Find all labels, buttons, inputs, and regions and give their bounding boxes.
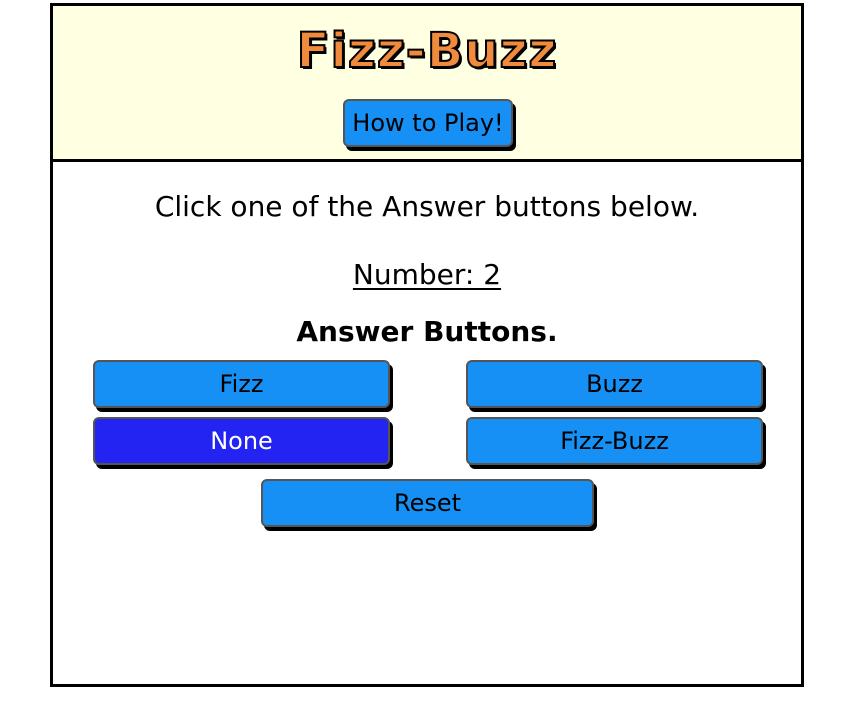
number-display: Number: 2 xyxy=(53,257,801,293)
fizz-buzz-button[interactable]: Fizz-Buzz xyxy=(466,417,763,465)
fizz-button[interactable]: Fizz xyxy=(93,360,390,408)
reset-button[interactable]: Reset xyxy=(261,479,594,527)
page-title: Fizz-Buzz xyxy=(296,23,558,79)
none-button[interactable]: None xyxy=(93,417,390,465)
number-label: Number: 2 xyxy=(352,258,502,291)
instructions-text: Click one of the Answer buttons below. xyxy=(154,190,700,223)
answers-heading: Answer Buttons. xyxy=(296,315,558,348)
how-to-play-button[interactable]: How to Play! xyxy=(343,99,513,147)
header: Fizz-Buzz How to Play! xyxy=(53,6,801,162)
buzz-button[interactable]: Buzz xyxy=(466,360,763,408)
game-frame: Fizz-Buzz How to Play! Click one of the … xyxy=(50,3,804,687)
